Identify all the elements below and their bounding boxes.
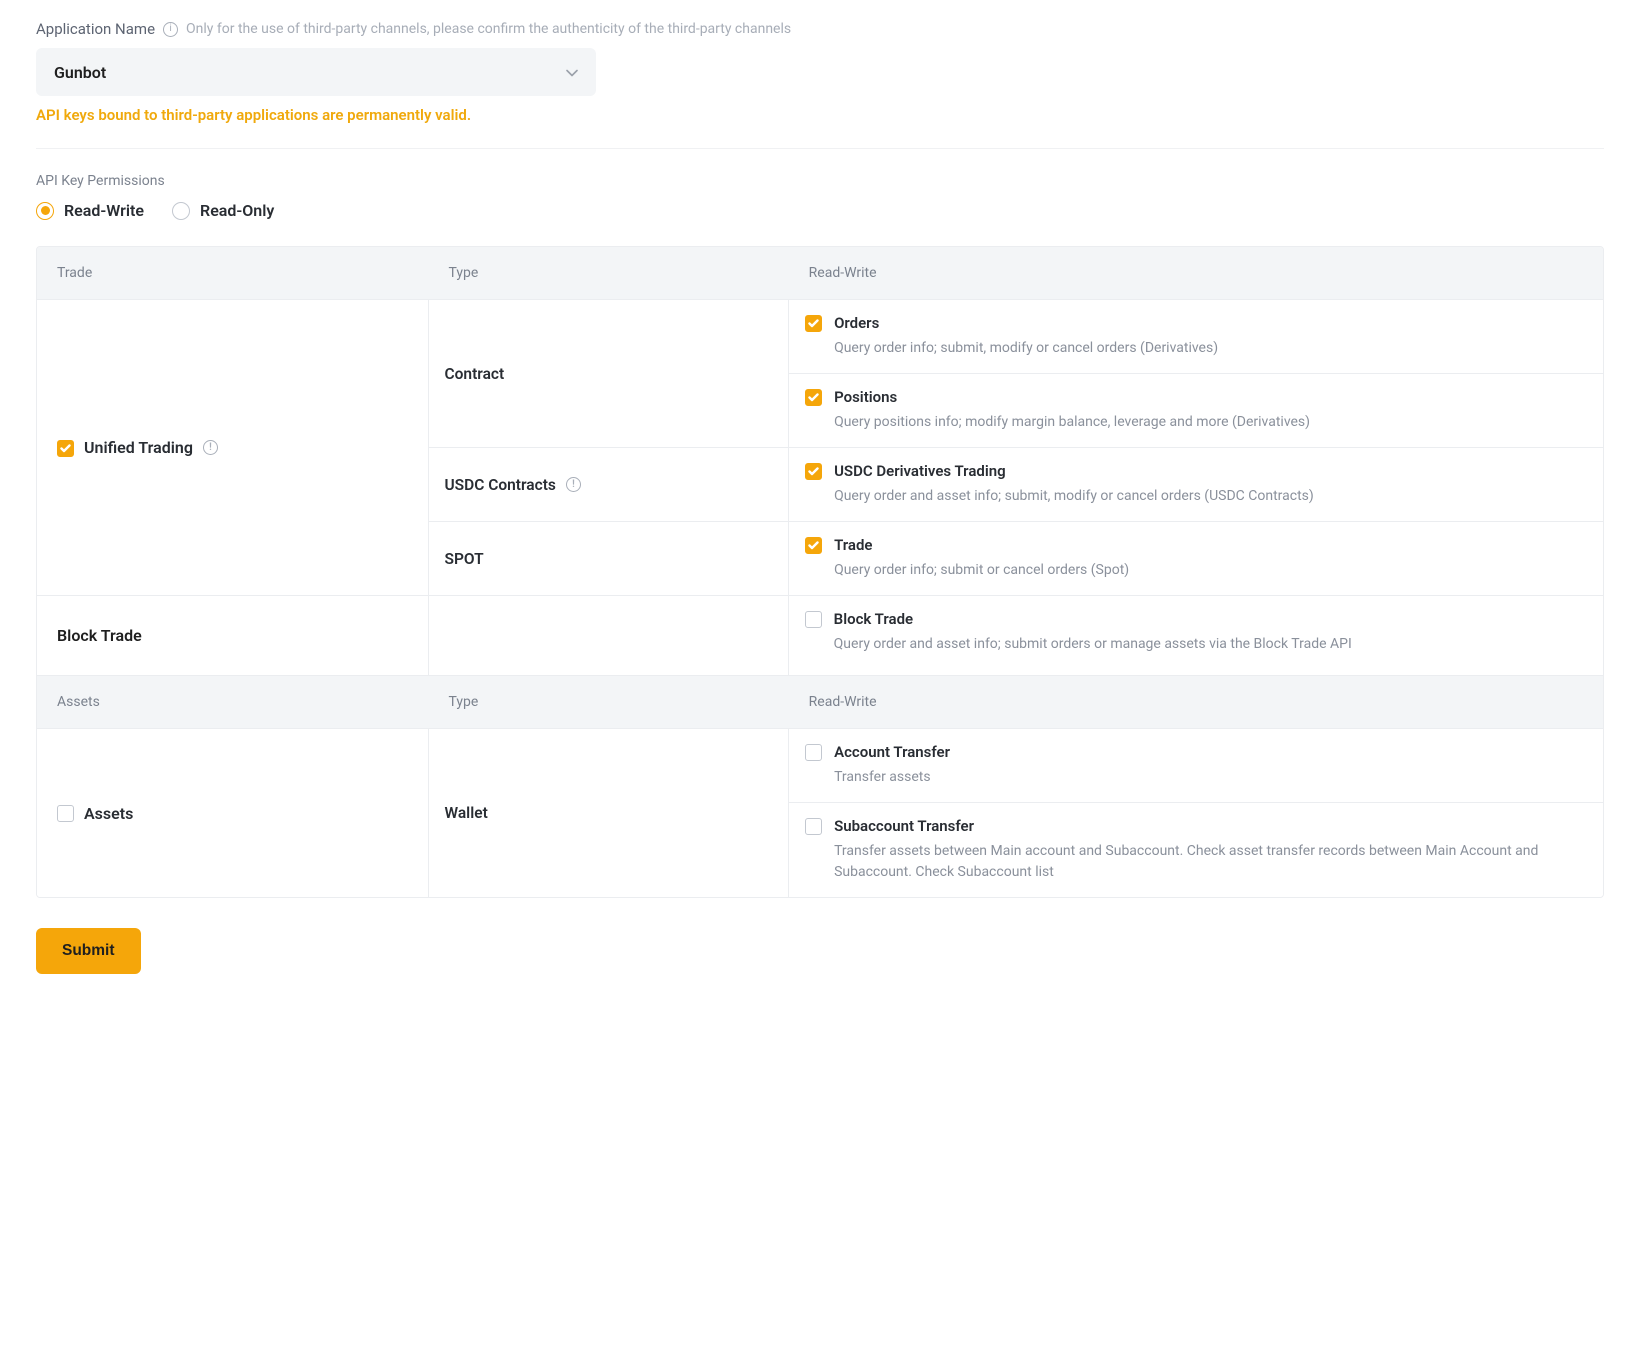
perm-positions-label: Positions (834, 388, 1310, 406)
radio-read-write[interactable]: Read-Write (36, 201, 144, 220)
submit-button[interactable]: Submit (36, 928, 141, 974)
row-block-trade: Block Trade Block Trade Query order and … (37, 595, 1603, 675)
perm-usdc-deriv-label: USDC Derivatives Trading (834, 462, 1314, 480)
perm-spot-trade-label: Trade (834, 536, 1129, 554)
perm-orders-label: Orders (834, 314, 1218, 332)
checkbox-usdc-deriv[interactable] (805, 463, 822, 480)
perm-spot-trade-desc: Query order info; submit or cancel order… (834, 560, 1129, 581)
row-unified-trading: Unified Trading ! Contract Orders Query (37, 299, 1603, 595)
perm-account-transfer-label: Account Transfer (834, 743, 950, 761)
header-col-rw2: Read-Write (789, 676, 1603, 728)
table-header-assets: Assets Type Read-Write (37, 675, 1603, 728)
assets-label: Assets (84, 804, 133, 823)
type-usdc-contracts-label: USDC Contracts (445, 476, 556, 494)
block-trade-label: Block Trade (57, 626, 142, 645)
checkbox-assets[interactable] (57, 805, 74, 822)
checkbox-block-trade[interactable] (805, 611, 822, 628)
radio-read-only[interactable]: Read-Only (172, 201, 274, 220)
radio-read-write-label: Read-Write (64, 201, 144, 220)
type-wallet-label: Wallet (445, 804, 488, 822)
radio-indicator-checked (36, 202, 54, 220)
app-name-label: Application Name (36, 20, 155, 38)
chevron-down-icon (566, 63, 578, 81)
checkbox-orders[interactable] (805, 315, 822, 332)
info-icon: ! (203, 440, 218, 455)
table-header-trade: Trade Type Read-Write (37, 247, 1603, 299)
checkbox-spot-trade[interactable] (805, 537, 822, 554)
perm-block-trade-label: Block Trade (834, 610, 1352, 628)
info-icon: i (163, 22, 178, 37)
perm-positions-desc: Query positions info; modify margin bala… (834, 412, 1310, 433)
info-icon: ! (566, 477, 581, 492)
app-name-value: Gunbot (54, 63, 106, 82)
perm-subaccount-transfer-label: Subaccount Transfer (834, 817, 1587, 835)
header-col-type: Type (429, 247, 789, 299)
radio-read-only-label: Read-Only (200, 201, 274, 220)
checkbox-positions[interactable] (805, 389, 822, 406)
perm-orders-desc: Query order info; submit, modify or canc… (834, 338, 1218, 359)
divider (36, 148, 1604, 149)
header-col-trade: Trade (37, 247, 429, 299)
app-name-hint: Only for the use of third-party channels… (186, 21, 791, 37)
perm-block-trade-desc: Query order and asset info; submit order… (834, 634, 1352, 655)
perm-account-transfer-desc: Transfer assets (834, 767, 950, 788)
checkbox-account-transfer[interactable] (805, 744, 822, 761)
permissions-table: Trade Type Read-Write Unified Trading ! … (36, 246, 1604, 898)
header-col-rw: Read-Write (789, 247, 1603, 299)
row-assets: Assets Wallet Account Transfer Transfer … (37, 728, 1603, 897)
app-name-select[interactable]: Gunbot (36, 48, 596, 96)
header-col-type2: Type (429, 676, 789, 728)
perm-subaccount-transfer-desc: Transfer assets between Main account and… (834, 841, 1587, 883)
checkbox-subaccount-transfer[interactable] (805, 818, 822, 835)
header-col-assets: Assets (37, 676, 429, 728)
api-key-notice: API keys bound to third-party applicatio… (36, 106, 1604, 124)
radio-indicator-unchecked (172, 202, 190, 220)
type-contract-label: Contract (445, 365, 505, 383)
permissions-section-label: API Key Permissions (36, 173, 1604, 189)
unified-trading-label: Unified Trading (84, 438, 193, 457)
perm-usdc-deriv-desc: Query order and asset info; submit, modi… (834, 486, 1314, 507)
checkbox-unified-trading[interactable] (57, 440, 74, 457)
type-spot-label: SPOT (445, 550, 484, 568)
